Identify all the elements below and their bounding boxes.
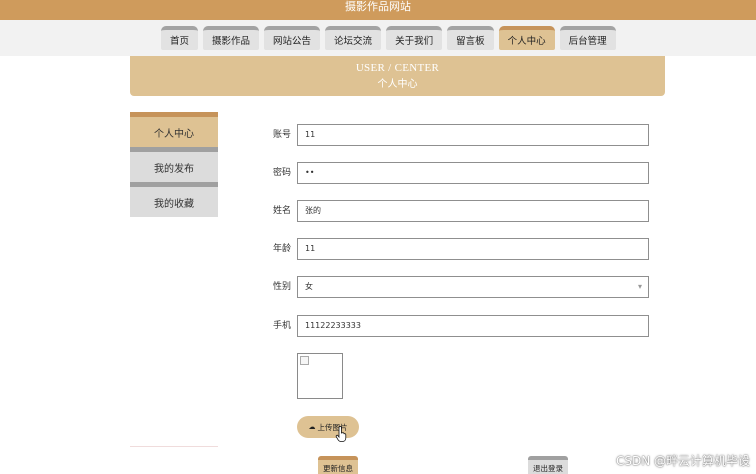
update-button-label: 更新信息 [323,464,353,473]
form-row-password: 密码 •• [0,162,756,184]
gender-selected-value: 女 [305,282,313,291]
nav-item-admin[interactable]: 后台管理 [559,26,616,50]
name-input[interactable]: 张的 [297,200,649,222]
form-row-phone: 手机 11122233333 [0,315,756,337]
age-label: 年龄 [272,244,291,254]
banner-title-zh: 个人中心 [377,79,418,90]
update-info-button[interactable]: 更新信息 [318,456,358,474]
password-input[interactable]: •• [297,162,649,184]
avatar-preview [297,353,343,399]
site-header: 摄影作品网站 [0,0,756,20]
broken-image-icon [300,356,309,365]
nav-item-about[interactable]: 关于我们 [386,26,443,50]
chevron-down-icon: ▾ [637,282,642,291]
banner-title-en: USER / CENTER [355,62,440,74]
form-row-name: 姓名 张的 [0,200,756,222]
upload-image-button[interactable]: ☁ 上传图片 [297,416,359,438]
cloud-upload-icon: ☁ [308,423,316,431]
main-nav: 首页 摄影作品 网站公告 论坛交流 关于我们 留言板 个人中心 后台管理 [161,26,616,50]
site-title: 摄影作品网站 [345,0,411,13]
gender-label: 性别 [272,282,291,292]
form-row-gender: 性别 女 ▾ [0,276,756,298]
nav-item-photos[interactable]: 摄影作品 [203,26,260,50]
nav-item-user-center[interactable]: 个人中心 [498,26,555,50]
logout-button[interactable]: 退出登录 [528,456,568,474]
nav-item-home[interactable]: 首页 [161,26,199,50]
phone-label: 手机 [272,321,291,331]
account-input[interactable]: 11 [297,124,649,146]
page-banner: USER / CENTER 个人中心 [130,56,665,96]
gender-select[interactable]: 女 ▾ [297,276,649,298]
hand-cursor-icon [335,426,347,442]
nav-item-guestbook[interactable]: 留言板 [447,26,494,50]
logout-button-label: 退出登录 [533,464,563,473]
nav-item-forum[interactable]: 论坛交流 [325,26,382,50]
form-row-age: 年龄 11 [0,238,756,260]
sidebar-divider [130,446,218,447]
password-label: 密码 [272,168,291,178]
watermark-text: CSDN @畔云计算机毕设 [615,454,750,468]
name-label: 姓名 [272,206,291,216]
age-input[interactable]: 11 [297,238,649,260]
nav-item-notices[interactable]: 网站公告 [264,26,321,50]
account-label: 账号 [272,130,291,140]
phone-input[interactable]: 11122233333 [297,315,649,337]
form-row-account: 账号 11 [0,124,756,146]
